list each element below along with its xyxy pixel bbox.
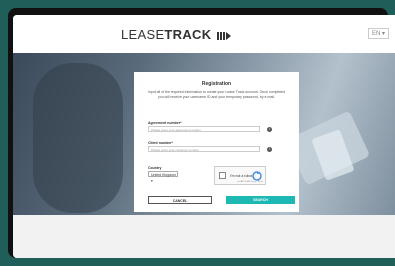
language-select[interactable]: EN ▾ bbox=[367, 28, 389, 39]
country-label: Country bbox=[148, 166, 162, 170]
background-shape bbox=[33, 63, 123, 213]
captcha-label: I'm not a robot bbox=[230, 174, 253, 178]
logo-text-light: LEASE bbox=[121, 27, 165, 42]
recaptcha-icon bbox=[252, 171, 262, 181]
leasetrack-logo[interactable]: LEASETRACK bbox=[121, 27, 232, 42]
captcha-checkbox[interactable] bbox=[219, 172, 226, 179]
registration-description: Input all of the required information to… bbox=[147, 90, 286, 99]
client-number-input[interactable]: Please enter your customer number bbox=[148, 146, 260, 152]
screen: LEASETRACK EN ▾ Registration Input all o… bbox=[13, 15, 395, 258]
agreement-number-input[interactable]: Please enter your agreement number bbox=[148, 126, 260, 132]
agreement-info-icon[interactable]: i bbox=[267, 127, 272, 132]
registration-title: Registration bbox=[201, 81, 232, 87]
footer bbox=[13, 215, 395, 258]
registration-card: Registration Input all of the required i… bbox=[134, 72, 299, 212]
logo-text-bold: TRACK bbox=[164, 27, 212, 42]
cancel-button[interactable]: CANCEL bbox=[148, 196, 212, 204]
country-select[interactable]: United Kingdom ▾ bbox=[148, 171, 178, 183]
client-info-icon[interactable]: i bbox=[267, 147, 272, 152]
agreement-label: Agreement number* bbox=[148, 121, 182, 125]
recaptcha-widget[interactable]: I'm not a robot reCAPTCHA Privacy - Term… bbox=[214, 166, 266, 185]
logo-bars-icon bbox=[217, 31, 232, 40]
client-label: Client number* bbox=[148, 141, 173, 145]
search-button[interactable]: SEARCH bbox=[226, 196, 295, 204]
header: LEASETRACK EN ▾ bbox=[13, 15, 395, 53]
captcha-privacy-text: reCAPTCHA Privacy - Terms bbox=[237, 181, 263, 183]
